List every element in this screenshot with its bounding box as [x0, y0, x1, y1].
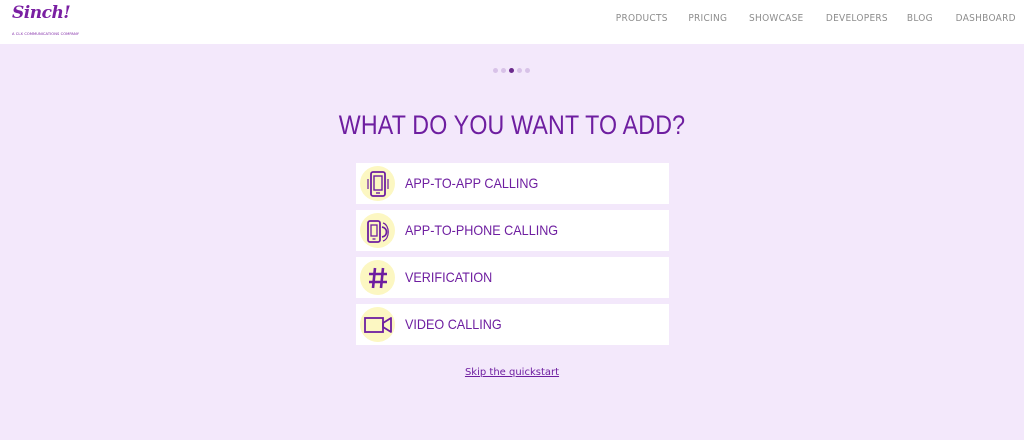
skip-quickstart-link[interactable]: Skip the quickstart: [0, 367, 1024, 378]
nav-item-developers[interactable]: DEVELOPERS: [826, 13, 888, 24]
app-to-app-phone-icon: [360, 166, 395, 201]
step-indicator: [493, 68, 530, 73]
nav-item-dashboard[interactable]: DASHBOARD: [956, 13, 1016, 24]
step-dot-2[interactable]: [501, 68, 506, 73]
option-label: APP-TO-APP CALLING: [405, 175, 539, 191]
product-options-list: APP-TO-APP CALLING APP-TO-PHONE CALLING …: [356, 163, 669, 351]
option-label: VERIFICATION: [405, 269, 493, 285]
app-to-phone-icon: [360, 213, 395, 248]
nav-item-blog[interactable]: BLOG: [907, 13, 933, 24]
step-dot-5[interactable]: [525, 68, 530, 73]
option-label: APP-TO-PHONE CALLING: [405, 222, 559, 238]
nav-item-pricing[interactable]: PRICING: [688, 13, 727, 24]
option-video-calling[interactable]: VIDEO CALLING: [356, 304, 669, 345]
logo-tagline: A CLX COMMUNICATIONS COMPANY: [12, 32, 80, 36]
main-nav: PRODUCTS PRICING SHOWCASE DEVELOPERS BLO…: [610, 13, 1016, 24]
step-dot-3-active[interactable]: [509, 68, 514, 73]
step-dot-4[interactable]: [517, 68, 522, 73]
nav-item-showcase[interactable]: SHOWCASE: [749, 13, 803, 24]
logo-wordmark: Sinch!: [12, 3, 71, 23]
hash-icon: [360, 260, 395, 295]
option-label: VIDEO CALLING: [405, 316, 502, 332]
option-app-to-app-calling[interactable]: APP-TO-APP CALLING: [356, 163, 669, 204]
option-app-to-phone-calling[interactable]: APP-TO-PHONE CALLING: [356, 210, 669, 251]
option-verification[interactable]: VERIFICATION: [356, 257, 669, 298]
video-camera-icon: [360, 307, 395, 342]
top-navigation-bar: Sinch! A CLX COMMUNICATIONS COMPANY PROD…: [0, 0, 1024, 44]
page-title: WHAT DO YOU WANT TO ADD?: [338, 110, 686, 140]
sinch-logo[interactable]: Sinch! A CLX COMMUNICATIONS COMPANY: [12, 3, 80, 39]
nav-item-products[interactable]: PRODUCTS: [616, 13, 668, 24]
step-dot-1[interactable]: [493, 68, 498, 73]
